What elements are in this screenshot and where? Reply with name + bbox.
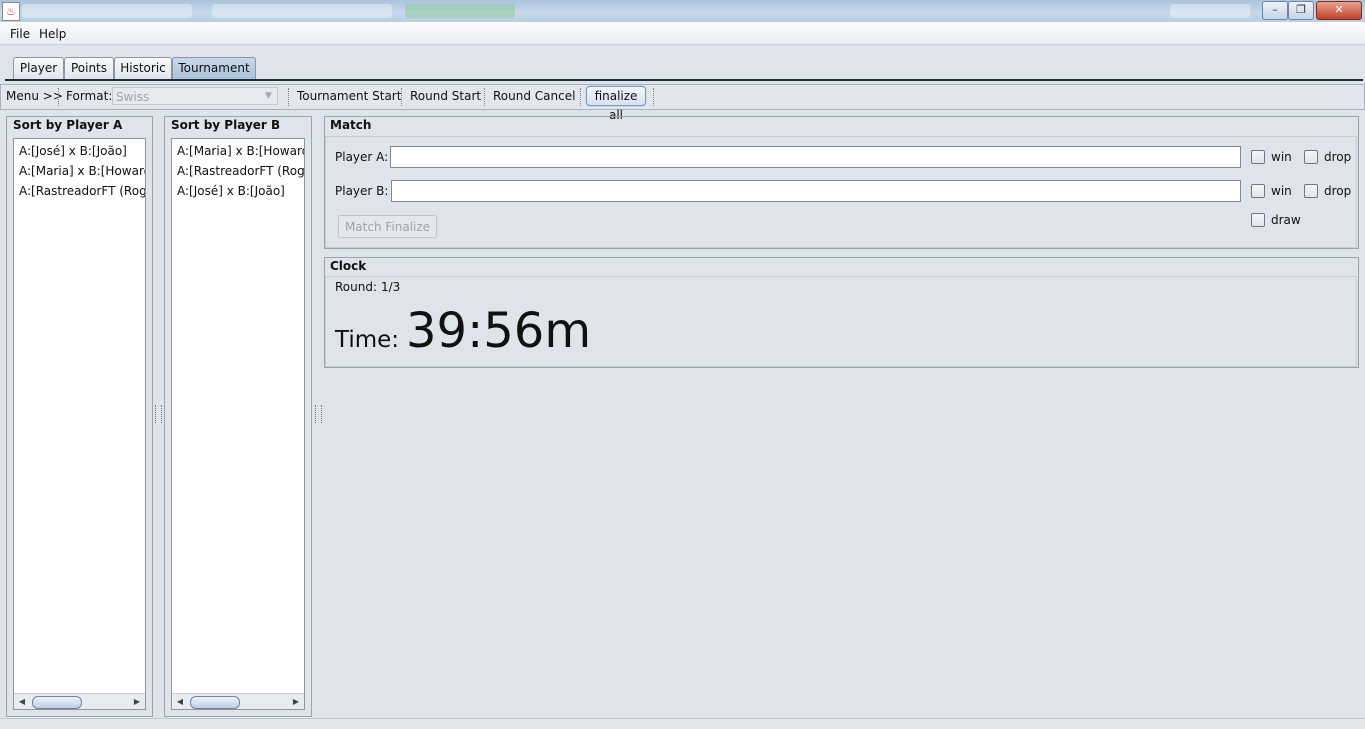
player-b-field[interactable] bbox=[391, 180, 1241, 202]
sort-b-title: Sort by Player B bbox=[171, 118, 281, 132]
chevron-down-icon: ▼ bbox=[265, 91, 272, 101]
round-value: 1/3 bbox=[381, 280, 401, 294]
draw-label: draw bbox=[1271, 213, 1301, 227]
clock-title: Clock bbox=[330, 259, 367, 273]
list-item[interactable]: A:[RastreadorFT (Rogé bbox=[19, 184, 145, 198]
round-start-button[interactable]: Round Start bbox=[410, 89, 481, 103]
match-title: Match bbox=[330, 118, 372, 132]
restore-icon[interactable]: ❐ bbox=[1288, 1, 1314, 20]
horizontal-scrollbar[interactable]: ◀ ▶ bbox=[172, 693, 304, 709]
blurred-taskbar-item bbox=[22, 4, 192, 18]
status-bar bbox=[0, 718, 1365, 729]
list-item[interactable]: A:[Maria] x B:[HowardHi bbox=[19, 164, 145, 178]
blurred-taskbar-item bbox=[1170, 4, 1250, 18]
tab-points[interactable]: Points bbox=[64, 57, 114, 79]
format-select-value: Swiss bbox=[116, 90, 150, 104]
scroll-right-icon[interactable]: ▶ bbox=[130, 695, 144, 709]
toolbar-separator bbox=[484, 88, 486, 106]
tab-divider bbox=[5, 79, 1363, 81]
round-label: Round: bbox=[335, 280, 378, 294]
tab-historic[interactable]: Historic bbox=[114, 57, 172, 79]
toolbar-separator bbox=[580, 88, 582, 106]
sort-a-title: Sort by Player A bbox=[13, 118, 123, 132]
menu-file[interactable]: File bbox=[10, 27, 30, 41]
scrollbar-thumb[interactable] bbox=[32, 696, 82, 709]
list-item[interactable]: A:[RastreadorFT (Rogé bbox=[177, 164, 304, 178]
player-b-win-checkbox[interactable] bbox=[1251, 184, 1265, 198]
finalize-all-button[interactable]: finalize all bbox=[586, 86, 646, 122]
split-pane-divider[interactable] bbox=[155, 405, 162, 423]
player-a-win-checkbox[interactable] bbox=[1251, 150, 1265, 164]
menu-help[interactable]: Help bbox=[39, 27, 66, 41]
draw-checkbox[interactable] bbox=[1251, 213, 1265, 227]
java-app-icon: ♨ bbox=[2, 2, 20, 21]
menu-label: Menu >> bbox=[6, 89, 63, 103]
scroll-left-icon[interactable]: ◀ bbox=[15, 695, 29, 709]
toolbar-separator bbox=[401, 88, 403, 106]
tournament-start-button[interactable]: Tournament Start bbox=[297, 89, 401, 103]
format-label: Format: bbox=[66, 89, 113, 103]
match-finalize-button[interactable]: Match Finalize bbox=[338, 215, 437, 238]
window-title-bar bbox=[0, 0, 1365, 22]
list-item[interactable]: A:[José] x B:[João] bbox=[19, 144, 127, 158]
player-b-win-label: win bbox=[1271, 184, 1292, 198]
player-a-field[interactable] bbox=[390, 146, 1241, 168]
player-a-label: Player A: bbox=[335, 150, 389, 164]
blurred-taskbar-item bbox=[212, 4, 392, 18]
player-b-drop-checkbox[interactable] bbox=[1304, 184, 1318, 198]
player-a-drop-checkbox[interactable] bbox=[1304, 150, 1318, 164]
toolbar-separator bbox=[653, 88, 655, 106]
player-b-label: Player B: bbox=[335, 184, 389, 198]
list-item[interactable]: A:[Maria] x B:[HowardHi bbox=[177, 144, 304, 158]
time-label: Time: bbox=[335, 327, 400, 353]
scroll-left-icon[interactable]: ◀ bbox=[173, 695, 187, 709]
menu-bar bbox=[0, 22, 1365, 45]
player-a-drop-label: drop bbox=[1324, 150, 1352, 164]
toolbar-separator bbox=[288, 88, 290, 106]
close-icon[interactable]: ✕ bbox=[1316, 1, 1362, 20]
time-value: 39:56m bbox=[406, 303, 592, 359]
sort-b-list[interactable]: A:[Maria] x B:[HowardHi A:[RastreadorFT … bbox=[171, 138, 305, 710]
tab-tournament[interactable]: Tournament bbox=[172, 57, 256, 80]
scroll-right-icon[interactable]: ▶ bbox=[289, 695, 303, 709]
tab-player[interactable]: Player bbox=[13, 57, 64, 79]
list-item[interactable]: A:[José] x B:[João] bbox=[177, 184, 285, 198]
format-select[interactable]: Swiss ▼ bbox=[112, 87, 278, 105]
sort-a-list[interactable]: A:[José] x B:[João] A:[Maria] x B:[Howar… bbox=[13, 138, 146, 710]
minimize-icon[interactable]: – bbox=[1262, 1, 1288, 20]
toolbar-separator bbox=[58, 88, 60, 106]
round-cancel-button[interactable]: Round Cancel bbox=[493, 89, 575, 103]
player-a-win-label: win bbox=[1271, 150, 1292, 164]
blurred-taskbar-item bbox=[405, 4, 515, 18]
split-pane-divider[interactable] bbox=[315, 405, 322, 423]
player-b-drop-label: drop bbox=[1324, 184, 1352, 198]
horizontal-scrollbar[interactable]: ◀ ▶ bbox=[14, 693, 145, 709]
scrollbar-thumb[interactable] bbox=[190, 696, 240, 709]
